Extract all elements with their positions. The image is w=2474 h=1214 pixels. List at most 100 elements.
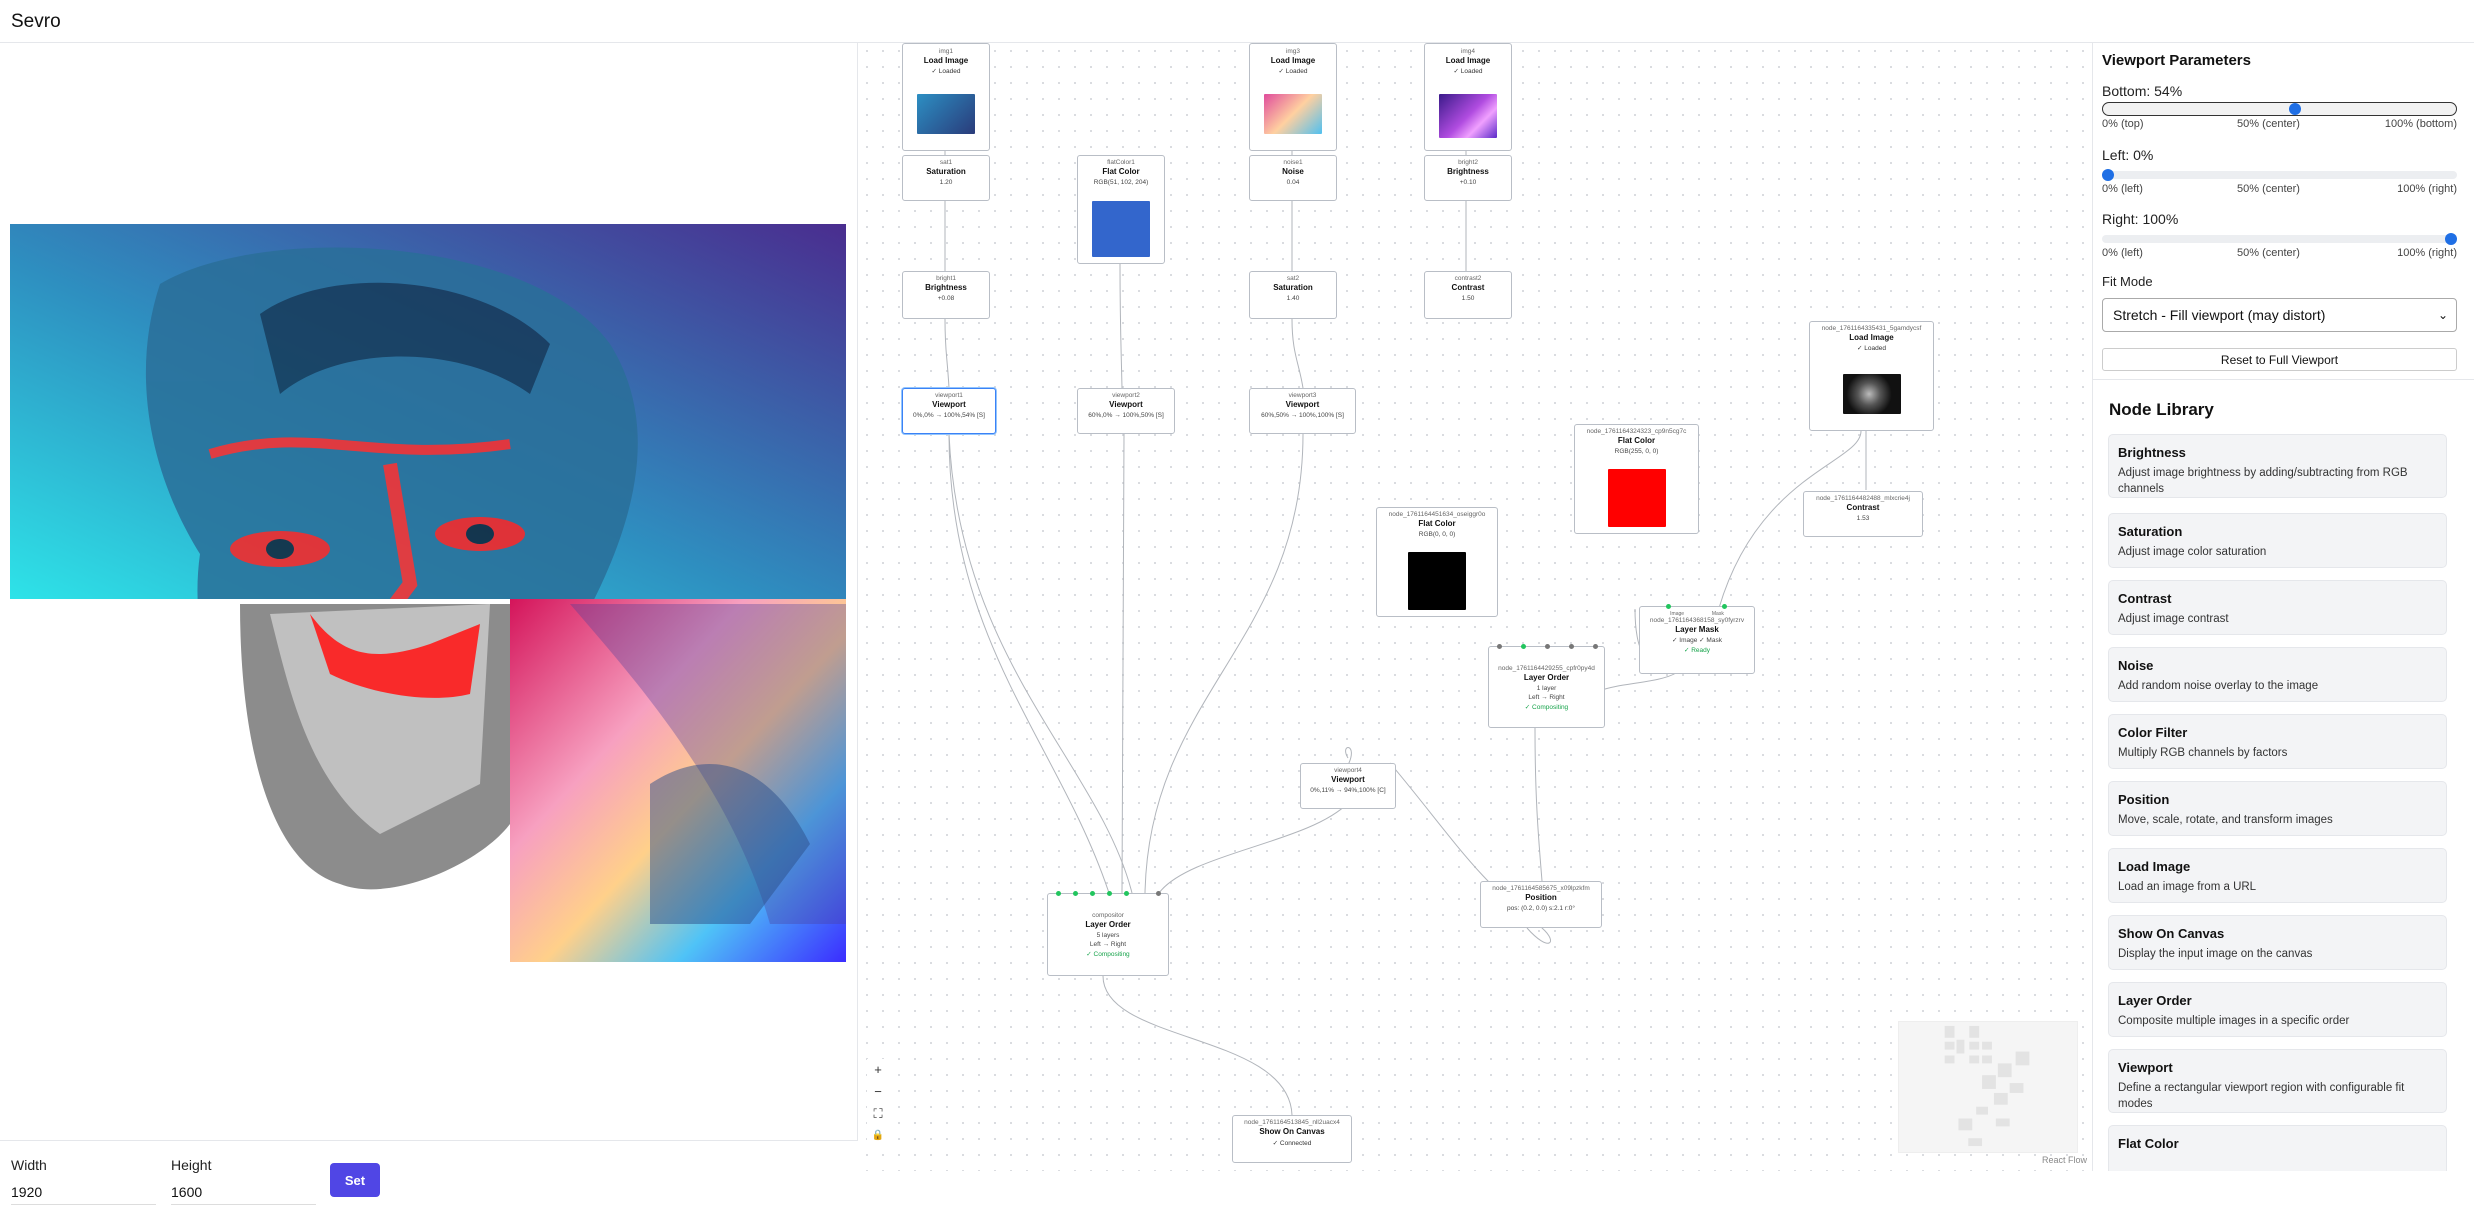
width-input[interactable]: [11, 1179, 156, 1205]
library-item-position[interactable]: Position Move, scale, rotate, and transf…: [2108, 781, 2447, 836]
input-handle[interactable]: [1090, 891, 1095, 896]
edge: [1534, 727, 1543, 882]
viewport-parameters-title: Viewport Parameters: [2102, 52, 2251, 69]
node-brightness-bright2[interactable]: bright2 Brightness +0.10: [1424, 155, 1512, 201]
left-slider-thumb[interactable]: [2102, 169, 2114, 181]
node-thumbnail: [1842, 374, 1901, 414]
node-graph-canvas[interactable]: img1 Load Image ✓ Loaded img3 Load Image…: [859, 43, 2092, 1171]
node-load-image-bw[interactable]: node_1761164335431_5gamdycsf Load Image …: [1809, 321, 1934, 431]
library-item-noise[interactable]: Noise Add random noise overlay to the im…: [2108, 647, 2447, 702]
input-handle-image[interactable]: [1666, 604, 1671, 609]
node-flat-color-red[interactable]: node_1761164324323_cp9n5cg7c Flat Color …: [1574, 424, 1699, 534]
edge: [1144, 433, 1304, 894]
input-handle[interactable]: [1073, 891, 1078, 896]
node-library-title: Node Library: [2109, 400, 2214, 419]
fit-view-button[interactable]: ⛶: [867, 1103, 889, 1125]
react-flow-attribution[interactable]: React Flow: [2042, 1155, 2087, 1165]
input-handle[interactable]: [1593, 644, 1598, 649]
edge: [948, 433, 1133, 894]
node-compositor-layer-order[interactable]: compositor Layer Order 5 layers Left → R…: [1047, 891, 1169, 976]
input-handle[interactable]: [1569, 644, 1574, 649]
canvas-size-bar: Width Height Set: [0, 1140, 858, 1214]
input-handle[interactable]: [1056, 891, 1061, 896]
node-position[interactable]: node_1761164585675_x09lpzkfm Position po…: [1480, 881, 1602, 928]
input-handle[interactable]: [1497, 644, 1502, 649]
input-handle[interactable]: [1521, 644, 1526, 649]
node-load-image-img1[interactable]: img1 Load Image ✓ Loaded: [902, 43, 990, 151]
app-title: Sevro: [11, 11, 61, 32]
node-thumbnail: [917, 94, 975, 134]
library-item-flat-color[interactable]: Flat Color: [2108, 1125, 2447, 1171]
node-viewport-viewport3[interactable]: viewport3 Viewport 60%,50% → 100%,100% […: [1249, 388, 1356, 434]
library-item-color-filter[interactable]: Color Filter Multiply RGB channels by fa…: [2108, 714, 2447, 769]
preview-canvas[interactable]: [10, 224, 846, 962]
node-viewport-viewport2[interactable]: viewport2 Viewport 60%,0% → 100%,50% [S]: [1077, 388, 1175, 434]
node-flat-color-black[interactable]: node_1761164451634_oseiggr0o Flat Color …: [1376, 507, 1498, 617]
node-show-on-canvas[interactable]: node_1761164513845_nll2uacx4 Show On Can…: [1232, 1115, 1352, 1163]
right-slider[interactable]: [2102, 233, 2457, 245]
library-item-layer-order[interactable]: Layer Order Composite multiple images in…: [2108, 982, 2447, 1037]
node-viewport-viewport4[interactable]: viewport4 Viewport 0%,11% → 94%,100% [C]: [1300, 763, 1396, 809]
node-saturation-sat2[interactable]: sat2 Saturation 1.40: [1249, 271, 1337, 319]
color-swatch: [1607, 469, 1666, 527]
input-handle[interactable]: [1545, 644, 1550, 649]
library-item-saturation[interactable]: Saturation Adjust image color saturation: [2108, 513, 2447, 568]
left-slider[interactable]: [2102, 169, 2457, 181]
input-handle-mask[interactable]: [1722, 604, 1727, 609]
input-handle[interactable]: [1107, 891, 1112, 896]
bottom-ticks: 0% (top) 50% (center) 100% (bottom): [2102, 118, 2457, 130]
edge: [1121, 433, 1125, 894]
edge: [1119, 263, 1123, 389]
right-label: Right: 100%: [2102, 211, 2179, 227]
lock-icon[interactable]: 🔒: [867, 1125, 889, 1147]
node-load-image-img3[interactable]: img3 Load Image ✓ Loaded: [1249, 43, 1337, 151]
bottom-label: Bottom: 54%: [2102, 83, 2183, 99]
edge: [1158, 802, 1349, 894]
edge: [1291, 318, 1304, 389]
node-viewport-viewport1[interactable]: viewport1 Viewport 0%,0% → 100%,54% [S]: [902, 388, 996, 434]
node-thumbnail: [1264, 94, 1322, 134]
left-ticks: 0% (left) 50% (center) 100% (right): [2102, 183, 2457, 195]
zoom-out-button[interactable]: −: [867, 1081, 889, 1103]
edge: [1598, 672, 1677, 692]
node-thumbnail: [1439, 94, 1497, 138]
library-item-viewport[interactable]: Viewport Define a rectangular viewport r…: [2108, 1049, 2447, 1113]
preview-panel: Width Height Set: [0, 43, 858, 1214]
input-handle[interactable]: [1156, 891, 1161, 896]
height-input[interactable]: [171, 1179, 316, 1205]
node-saturation-sat1[interactable]: sat1 Saturation 1.20: [902, 155, 990, 201]
node-layer-order-2[interactable]: node_1761164429255_cpfr0py4d Layer Order…: [1488, 644, 1605, 728]
node-flat-color-1[interactable]: flatColor1 Flat Color RGB(51, 102, 204): [1077, 155, 1165, 264]
library-item-load-image[interactable]: Load Image Load an image from a URL: [2108, 848, 2447, 903]
chevron-down-icon: ⌄: [2437, 308, 2448, 322]
right-slider-thumb[interactable]: [2445, 233, 2457, 245]
node-brightness-bright1[interactable]: bright1 Brightness +0.08: [902, 271, 990, 319]
minimap[interactable]: [1898, 1021, 2078, 1153]
fit-mode-select[interactable]: Stretch - Fill viewport (may distort) ⌄: [2102, 298, 2457, 332]
edge: [1102, 975, 1293, 1116]
divider: [2093, 379, 2474, 380]
node-contrast-contrast2[interactable]: contrast2 Contrast 1.50: [1424, 271, 1512, 319]
flow-controls: + − ⛶ 🔒: [867, 1059, 889, 1147]
bottom-slider[interactable]: [2102, 102, 2457, 116]
app-header: Sevro: [0, 0, 2474, 43]
right-panel: Viewport Parameters Bottom: 54% 0% (top)…: [2092, 43, 2474, 1171]
reset-viewport-button[interactable]: Reset to Full Viewport: [2102, 348, 2457, 371]
set-size-button[interactable]: Set: [330, 1163, 380, 1197]
library-item-brightness[interactable]: Brightness Adjust image brightness by ad…: [2108, 434, 2447, 498]
color-swatch: [1092, 201, 1150, 257]
bottom-slider-thumb[interactable]: [2289, 102, 2301, 115]
zoom-in-button[interactable]: +: [867, 1059, 889, 1081]
node-layer-mask[interactable]: Image Mask node_1761164368158_sy0fyrzrv …: [1639, 604, 1755, 674]
node-noise-noise1[interactable]: noise1 Noise 0.04: [1249, 155, 1337, 201]
left-label: Left: 0%: [2102, 147, 2154, 163]
library-item-contrast[interactable]: Contrast Adjust image contrast: [2108, 580, 2447, 635]
library-item-show-on-canvas[interactable]: Show On Canvas Display the input image o…: [2108, 915, 2447, 970]
node-load-image-img4[interactable]: img4 Load Image ✓ Loaded: [1424, 43, 1512, 151]
edge: [944, 318, 950, 389]
node-contrast-bw[interactable]: node_1761164482488_mlxcrie4j Contrast 1.…: [1803, 491, 1923, 537]
edge: [1526, 927, 1552, 944]
input-handle[interactable]: [1124, 891, 1129, 896]
color-swatch: [1408, 552, 1466, 610]
fit-mode-label: Fit Mode: [2102, 274, 2153, 289]
